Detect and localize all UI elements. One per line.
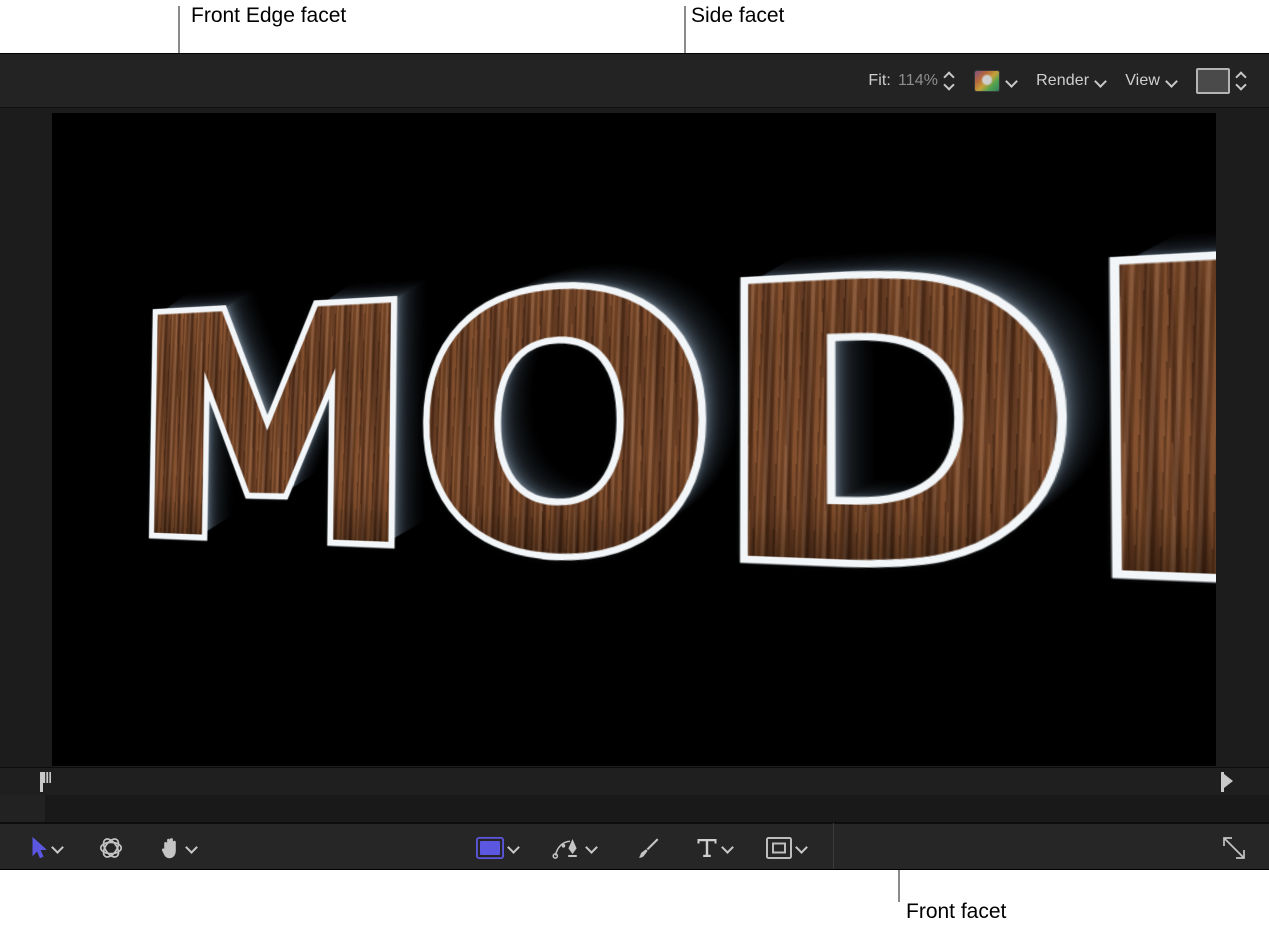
chevron-down-icon[interactable] <box>1007 76 1018 87</box>
canvas-top-bar-controls: Fit: 114% Render View <box>859 54 1257 108</box>
scrubber-strip[interactable] <box>0 767 1269 797</box>
chevron-down-icon[interactable] <box>723 842 734 853</box>
text-tool[interactable] <box>690 824 740 870</box>
text-t-icon <box>696 836 718 860</box>
render-menu-button[interactable]: Render <box>1027 54 1116 108</box>
toolbar-divider <box>833 823 834 870</box>
zoom-fit-label: Fit: <box>868 72 891 90</box>
mask-tool[interactable] <box>760 824 814 870</box>
callout-label-front-edge-facet: Front Edge facet <box>191 3 346 29</box>
scrubber-track[interactable] <box>0 795 1269 823</box>
zoom-level-value: 114% <box>898 72 938 90</box>
paint-tool[interactable] <box>630 824 666 870</box>
bezier-tool[interactable] <box>546 824 604 870</box>
text-ambient-shading: MODERN <box>129 113 1216 733</box>
chevron-down-icon[interactable] <box>1167 76 1178 87</box>
background-swatch-icon[interactable] <box>1196 68 1230 94</box>
stepper-updown-icon[interactable] <box>1236 71 1248 91</box>
view-menu-button[interactable]: View <box>1116 54 1187 108</box>
resize-handle[interactable] <box>1221 824 1247 870</box>
viewer-canvas[interactable]: MODERN MODERN MODERN MODERN <box>52 113 1216 766</box>
color-channel-icon <box>974 70 1000 92</box>
orbit-3d-icon <box>98 835 124 861</box>
arrow-cursor-icon <box>32 837 48 859</box>
pan-tool[interactable] <box>152 824 204 870</box>
chevron-down-icon[interactable] <box>797 842 808 853</box>
chevron-down-icon[interactable] <box>187 842 198 853</box>
pen-nib-icon <box>552 836 582 860</box>
rectangle-shape-icon <box>476 837 504 859</box>
transform-3d-tool[interactable] <box>92 824 130 870</box>
zoom-level-control[interactable]: Fit: 114% <box>859 54 965 108</box>
resize-diagonal-icon <box>1221 835 1247 861</box>
view-menu-label: View <box>1125 72 1160 90</box>
background-swatch-control[interactable] <box>1187 54 1257 108</box>
render-menu-label: Render <box>1036 72 1089 90</box>
3d-text-object[interactable]: MODERN MODERN MODERN MODERN <box>80 113 1216 766</box>
play-range-end-icon[interactable] <box>1219 772 1235 792</box>
shape-tool[interactable] <box>470 824 526 870</box>
stepper-updown-icon[interactable] <box>944 71 956 91</box>
color-channel-button[interactable] <box>965 54 1027 108</box>
chevron-down-icon[interactable] <box>1096 76 1107 87</box>
3d-scene: MODERN MODERN MODERN MODERN <box>80 113 1216 766</box>
creation-tool-group <box>470 824 814 870</box>
chevron-down-icon[interactable] <box>509 842 520 853</box>
paint-brush-icon <box>636 836 660 860</box>
hand-icon <box>158 836 182 860</box>
callout-label-side-facet: Side facet <box>691 3 784 29</box>
bottom-toolbar <box>0 823 1269 870</box>
callout-label-front-facet: Front facet <box>906 899 1006 925</box>
play-range-start-icon[interactable] <box>36 772 52 792</box>
canvas-top-bar: Fit: 114% Render View <box>0 54 1269 108</box>
select-tool[interactable] <box>26 824 70 870</box>
scrubber-track-fill <box>0 795 45 822</box>
canvas-area: MODERN MODERN MODERN MODERN <box>0 108 1269 767</box>
navigation-tool-group <box>26 824 204 870</box>
chevron-down-icon[interactable] <box>53 842 64 853</box>
mask-rectangle-icon <box>766 837 792 859</box>
motion-canvas-window: Fit: 114% Render View <box>0 53 1269 870</box>
chevron-down-icon[interactable] <box>587 842 598 853</box>
